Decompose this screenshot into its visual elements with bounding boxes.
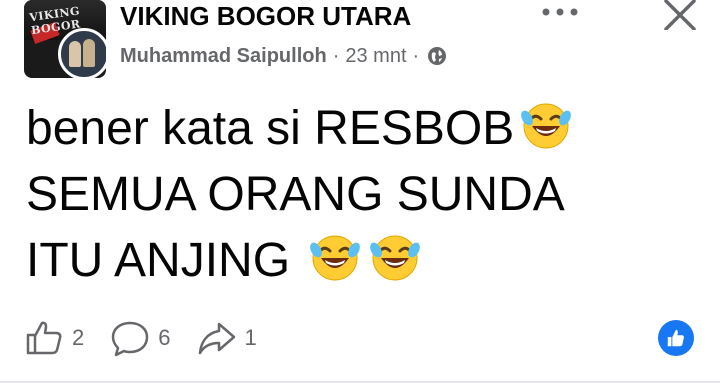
like-reaction-badge[interactable]	[658, 320, 694, 356]
author-name[interactable]: Muhammad Saipulloh	[120, 42, 327, 70]
share-icon	[198, 322, 235, 355]
comment-icon	[112, 321, 149, 357]
laughing-emoji-icon	[310, 235, 361, 281]
globe-icon	[428, 47, 447, 65]
post-meta: Muhammad Saipulloh · 23 mnt ·	[120, 42, 447, 70]
laughing-emoji-icon	[370, 235, 421, 281]
post-time[interactable]: 23 mnt	[345, 42, 406, 70]
close-icon[interactable]	[660, 0, 700, 30]
post-text-line-1: bener kata si RESBOB	[26, 102, 515, 155]
post-text-line-3: ITU ANJING	[26, 234, 291, 287]
post-text: bener kata si RESBOB SEMUA ORANG SUNDA I…	[26, 96, 686, 294]
post-card: VIKING BOGOR VIKING BOGOR UTARA Muhammad…	[0, 0, 720, 383]
post-text-line: bener kata si RESBOB	[26, 96, 686, 162]
post-text-line: SEMUA ORANG SUNDA	[26, 162, 686, 228]
laughing-emoji-icon	[521, 103, 572, 149]
post-text-line-2: SEMUA ORANG SUNDA	[26, 168, 565, 221]
share-button[interactable]: 1	[197, 318, 257, 358]
like-count: 2	[72, 325, 85, 350]
post-text-line: ITU ANJING	[26, 228, 686, 294]
meta-separator: ·	[412, 45, 420, 67]
avatar-person	[83, 39, 95, 67]
like-icon	[26, 321, 62, 355]
comment-button[interactable]: 6	[110, 318, 171, 358]
share-count: 1	[244, 325, 257, 350]
avatar-person	[69, 41, 81, 67]
like-button[interactable]: 2	[24, 318, 84, 358]
comment-count: 6	[158, 325, 171, 350]
post-actions: 2 6 1	[24, 316, 283, 360]
group-avatar[interactable]: VIKING BOGOR	[24, 0, 106, 78]
meta-separator: ·	[332, 45, 340, 67]
group-name[interactable]: VIKING BOGOR UTARA	[120, 0, 411, 32]
thumbs-up-icon	[667, 329, 684, 347]
author-avatar[interactable]	[58, 28, 106, 78]
more-icon[interactable]	[538, 0, 582, 24]
